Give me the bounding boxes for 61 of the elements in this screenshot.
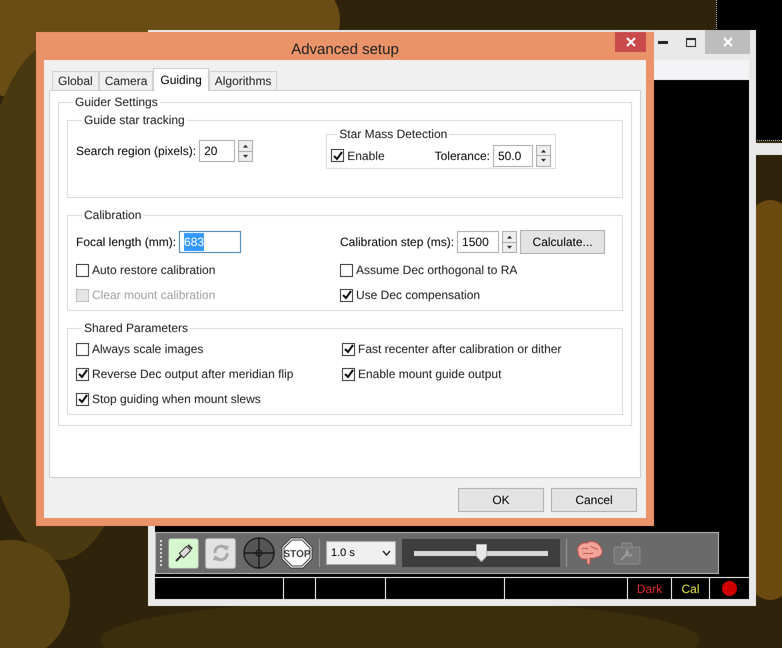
dialog-button[interactable]: OK bbox=[458, 488, 544, 512]
checkbox-label: Stop guiding when mount slews bbox=[92, 391, 261, 408]
group-title: Guide star tracking bbox=[83, 112, 186, 129]
checkbox-label: Enable mount guide output bbox=[358, 366, 502, 383]
checkbox[interactable] bbox=[340, 264, 353, 276]
camera-wrench-icon bbox=[613, 541, 641, 565]
number-field[interactable]: 1500 bbox=[457, 231, 500, 253]
maximize-icon bbox=[686, 38, 696, 46]
checkbox-label: Assume Dec orthogonal to RA bbox=[356, 262, 518, 279]
group-title: Shared Parameters bbox=[83, 320, 190, 337]
exposure-dropdown[interactable]: 1.0 s bbox=[326, 541, 396, 565]
field-label: Calibration step (ms): bbox=[340, 234, 454, 251]
number-field[interactable]: 50.0 bbox=[493, 144, 533, 166]
spin-buttons[interactable] bbox=[502, 231, 518, 253]
checkbox[interactable] bbox=[331, 149, 344, 162]
checkbox-label: Reverse Dec output after meridian flip bbox=[92, 366, 294, 383]
spin-buttons[interactable] bbox=[238, 140, 254, 162]
field-label: Search region (pixels): bbox=[76, 143, 196, 160]
checkbox-label: Always scale images bbox=[92, 341, 204, 358]
connect-button[interactable] bbox=[168, 538, 199, 568]
status-indicator: Dark bbox=[636, 580, 662, 598]
close-icon bbox=[722, 37, 732, 47]
status-indicator: Cal bbox=[681, 580, 700, 598]
calculate-button[interactable]: Calculate... bbox=[520, 230, 606, 254]
close-button[interactable] bbox=[615, 32, 646, 52]
number-field[interactable]: 20 bbox=[199, 140, 236, 162]
group-title: Guider Settings bbox=[74, 94, 159, 111]
loop-button[interactable] bbox=[205, 538, 236, 568]
checkbox[interactable] bbox=[340, 288, 353, 302]
checkbox-label: Enable bbox=[347, 148, 385, 164]
brain-icon bbox=[574, 540, 604, 566]
checkbox-label: Clear mount calibration bbox=[92, 287, 216, 304]
tab[interactable]: Camera bbox=[98, 71, 154, 90]
slider-thumb[interactable] bbox=[476, 544, 487, 562]
checkbox[interactable] bbox=[76, 392, 89, 406]
group-title: Star Mass Detection bbox=[338, 126, 448, 143]
checkbox-label: Auto restore calibration bbox=[92, 262, 216, 279]
stop-button[interactable]: STOP bbox=[281, 537, 313, 569]
window-title: Advanced setup bbox=[290, 40, 400, 60]
group-title: Calibration bbox=[83, 207, 142, 224]
guide-button[interactable] bbox=[242, 536, 275, 570]
checkbox-label: Use Dec compensation bbox=[356, 287, 480, 304]
dialog-button[interactable]: Cancel bbox=[551, 488, 637, 512]
field-label: Tolerance: bbox=[434, 148, 490, 164]
checkbox[interactable] bbox=[76, 368, 89, 380]
checkbox[interactable] bbox=[76, 264, 89, 276]
checkbox-label: Fast recenter after calibration or dither bbox=[358, 341, 562, 358]
close-icon bbox=[626, 37, 636, 47]
checkbox[interactable] bbox=[342, 368, 355, 380]
chevron-down-icon bbox=[382, 550, 391, 556]
minimize-icon bbox=[658, 40, 668, 44]
field-label: Focal length (mm): bbox=[76, 234, 176, 251]
plug-icon bbox=[172, 542, 194, 564]
checkbox[interactable] bbox=[342, 342, 355, 356]
tab[interactable]: Global bbox=[52, 71, 99, 90]
crosshair-icon bbox=[242, 537, 274, 569]
tab[interactable]: Guiding bbox=[153, 68, 209, 91]
spin-buttons[interactable] bbox=[536, 144, 551, 166]
checkbox[interactable] bbox=[76, 342, 89, 356]
status-light bbox=[722, 581, 737, 596]
tab[interactable]: Algorithms bbox=[208, 71, 278, 90]
